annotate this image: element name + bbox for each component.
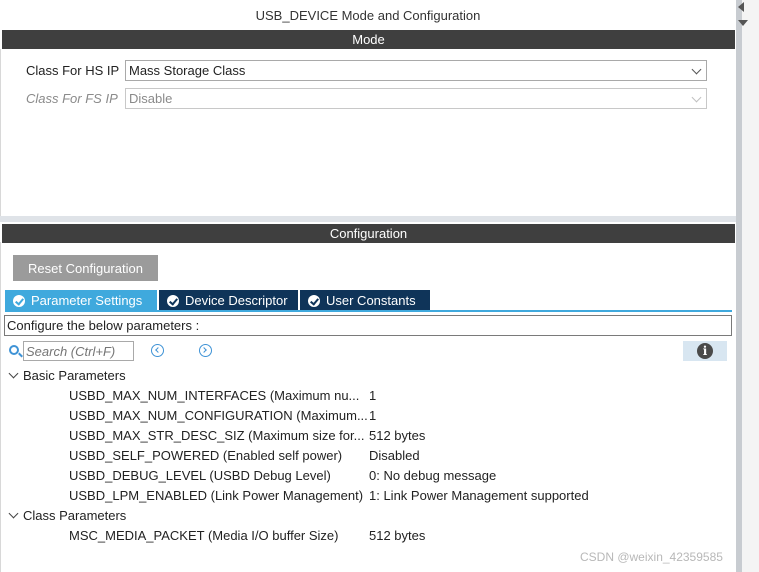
tab-device-descriptor[interactable]: Device Descriptor [159, 290, 298, 311]
param-row[interactable]: USBD_MAX_STR_DESC_SIZ (Maximum size for.… [69, 425, 729, 445]
hs-ip-value: Mass Storage Class [129, 63, 246, 78]
param-row[interactable]: MSC_MEDIA_PACKET (Media I/O buffer Size)… [69, 525, 729, 545]
hs-ip-select[interactable]: Mass Storage Class [125, 60, 707, 81]
tab-label: Parameter Settings [31, 293, 143, 308]
group-label: Basic Parameters [23, 367, 126, 383]
configuration-header: Configuration [2, 224, 735, 243]
arrow-left-circle-icon[interactable] [151, 344, 164, 357]
param-value: 1 [369, 407, 377, 423]
param-value: 512 bytes [369, 427, 426, 443]
info-icon: i [697, 343, 713, 359]
group-class-parameters[interactable]: Class Parameters [8, 505, 127, 525]
section-divider[interactable] [0, 216, 736, 222]
param-name: USBD_MAX_NUM_CONFIGURATION (Maximum... [69, 407, 368, 423]
param-name: MSC_MEDIA_PACKET (Media I/O buffer Size) [69, 527, 339, 543]
param-row[interactable]: USBD_DEBUG_LEVEL (USBD Debug Level) 0: N… [69, 465, 729, 485]
chevron-down-icon [8, 508, 19, 518]
chevron-down-icon [8, 368, 19, 378]
reset-configuration-button[interactable]: Reset Configuration [13, 255, 158, 281]
param-value: 1: Link Power Management supported [369, 487, 589, 503]
fs-ip-select: Disable [125, 88, 707, 109]
chevron-down-icon [691, 64, 702, 75]
param-row[interactable]: USBD_SELF_POWERED (Enabled self power) D… [69, 445, 729, 465]
param-name: USBD_DEBUG_LEVEL (USBD Debug Level) [69, 467, 331, 483]
fs-ip-label: Class For FS IP [26, 91, 118, 106]
param-name: USBD_MAX_NUM_INTERFACES (Maximum nu... [69, 387, 360, 403]
fs-ip-value: Disable [129, 91, 173, 106]
param-row[interactable]: USBD_MAX_NUM_CONFIGURATION (Maximum... 1 [69, 405, 729, 425]
tab-user-constants[interactable]: User Constants [300, 290, 430, 311]
hs-ip-label: Class For HS IP [26, 63, 120, 78]
vertical-scrollbar[interactable] [736, 0, 742, 572]
param-name: USBD_SELF_POWERED (Enabled self power) [69, 447, 343, 463]
check-circle-icon [308, 294, 320, 307]
param-value: 1 [369, 387, 377, 403]
window-title: USB_DEVICE Mode and Configuration [255, 7, 481, 23]
tab-label: User Constants [326, 293, 416, 308]
expand-arrow-icon[interactable] [738, 20, 748, 26]
group-basic-parameters[interactable]: Basic Parameters [8, 365, 126, 385]
watermark: CSDN @weixin_42359585 [580, 550, 723, 564]
param-row[interactable]: USBD_MAX_NUM_INTERFACES (Maximum nu... 1 [69, 385, 729, 405]
param-name: USBD_MAX_STR_DESC_SIZ (Maximum size for.… [69, 427, 365, 443]
info-button[interactable]: i [683, 341, 727, 361]
check-circle-icon [13, 294, 25, 307]
mode-header: Mode [2, 30, 735, 49]
chevron-down-icon [691, 92, 702, 103]
tab-label: Device Descriptor [185, 293, 288, 308]
param-value: Disabled [369, 447, 420, 463]
param-value: 512 bytes [369, 527, 426, 543]
param-name: USBD_LPM_ENABLED (Link Power Management) [69, 487, 364, 503]
check-circle-icon [167, 294, 179, 307]
param-value: 0: No debug message [369, 467, 497, 483]
param-row[interactable]: USBD_LPM_ENABLED (Link Power Management)… [69, 485, 729, 505]
group-label: Class Parameters [23, 507, 127, 523]
tab-underline [5, 310, 732, 312]
instruction-text: Configure the below parameters : [4, 315, 732, 336]
tab-parameter-settings[interactable]: Parameter Settings [5, 290, 157, 311]
collapse-arrow-icon[interactable] [738, 2, 744, 12]
search-input[interactable] [23, 341, 134, 361]
arrow-right-circle-icon[interactable] [199, 344, 212, 357]
search-icon [9, 345, 19, 355]
